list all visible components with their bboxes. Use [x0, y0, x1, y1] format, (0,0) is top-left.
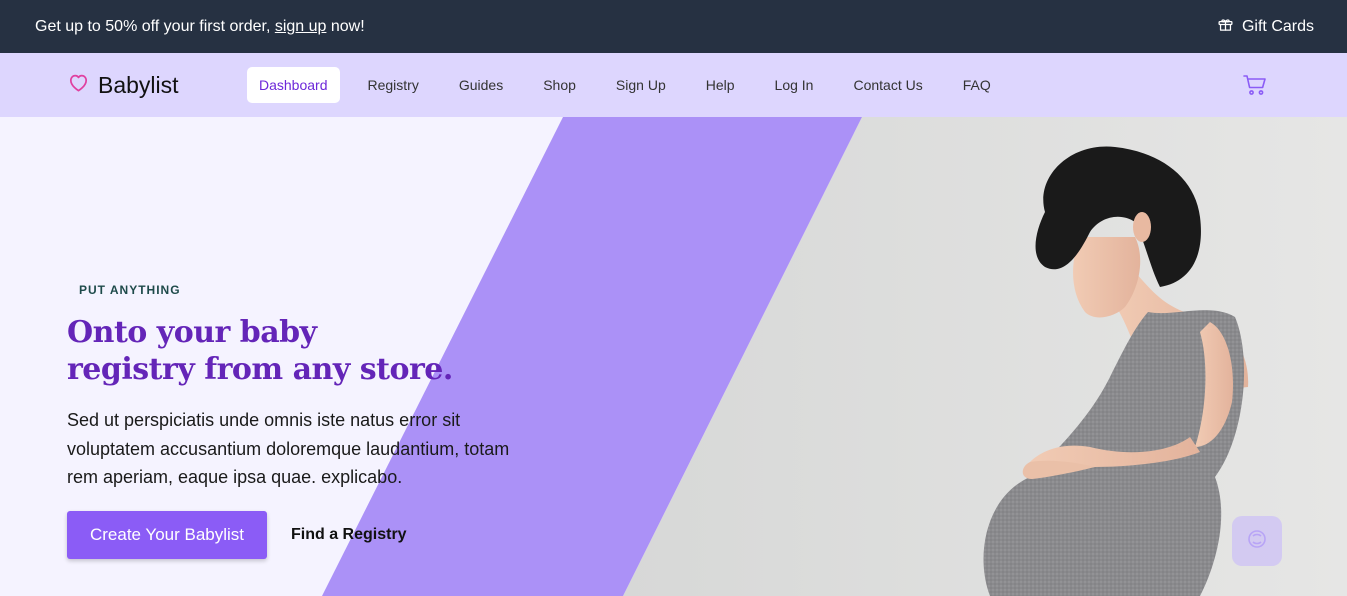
hero-section: PUT ANYTHING Onto your baby registry fro…	[0, 117, 1347, 596]
brand-name: Babylist	[98, 71, 179, 98]
cart-button[interactable]	[1243, 74, 1267, 96]
heart-icon	[67, 71, 90, 99]
hero-title: Onto your baby registry from any store.	[67, 314, 487, 388]
nav-link-faq[interactable]: FAQ	[951, 67, 1003, 103]
gift-icon	[1217, 16, 1234, 38]
chat-widget-button[interactable]	[1232, 516, 1282, 566]
main-navbar: Babylist Dashboard Registry Guides Shop …	[0, 53, 1347, 117]
gift-cards-link[interactable]: Gift Cards	[1217, 16, 1314, 38]
promo-text-before: Get up to 50% off your first order,	[35, 17, 275, 35]
nav-link-contact-us[interactable]: Contact Us	[841, 67, 934, 103]
promo-text: Get up to 50% off your first order, sign…	[35, 18, 365, 36]
gift-cards-label: Gift Cards	[1241, 17, 1314, 35]
hero-title-line-2: registry from any store.	[67, 352, 453, 387]
hero-eyebrow: PUT ANYTHING	[79, 283, 181, 297]
nav-link-registry[interactable]: Registry	[356, 67, 431, 103]
promo-text-after: now!	[326, 17, 365, 35]
create-babylist-button[interactable]: Create Your Babylist	[67, 511, 267, 559]
cart-icon	[1243, 75, 1267, 100]
brand-logo-link[interactable]: Babylist	[67, 53, 179, 117]
nav-link-shop[interactable]: Shop	[531, 67, 588, 103]
promo-sign-up-link[interactable]: sign up	[275, 18, 327, 35]
promo-bar: Get up to 50% off your first order, sign…	[0, 0, 1347, 53]
chat-widget-icon	[1245, 527, 1269, 556]
nav-links: Dashboard Registry Guides Shop Sign Up H…	[247, 67, 1019, 103]
nav-link-guides[interactable]: Guides	[447, 67, 515, 103]
nav-link-dashboard[interactable]: Dashboard	[247, 67, 340, 103]
nav-link-sign-up[interactable]: Sign Up	[604, 67, 678, 103]
hero-body: Sed ut perspiciatis unde omnis iste natu…	[67, 410, 510, 487]
hero-title-line-1: Onto your baby	[67, 315, 317, 350]
find-registry-link[interactable]: Find a Registry	[291, 522, 407, 548]
nav-link-help[interactable]: Help	[694, 67, 747, 103]
nav-link-log-in[interactable]: Log In	[763, 67, 826, 103]
